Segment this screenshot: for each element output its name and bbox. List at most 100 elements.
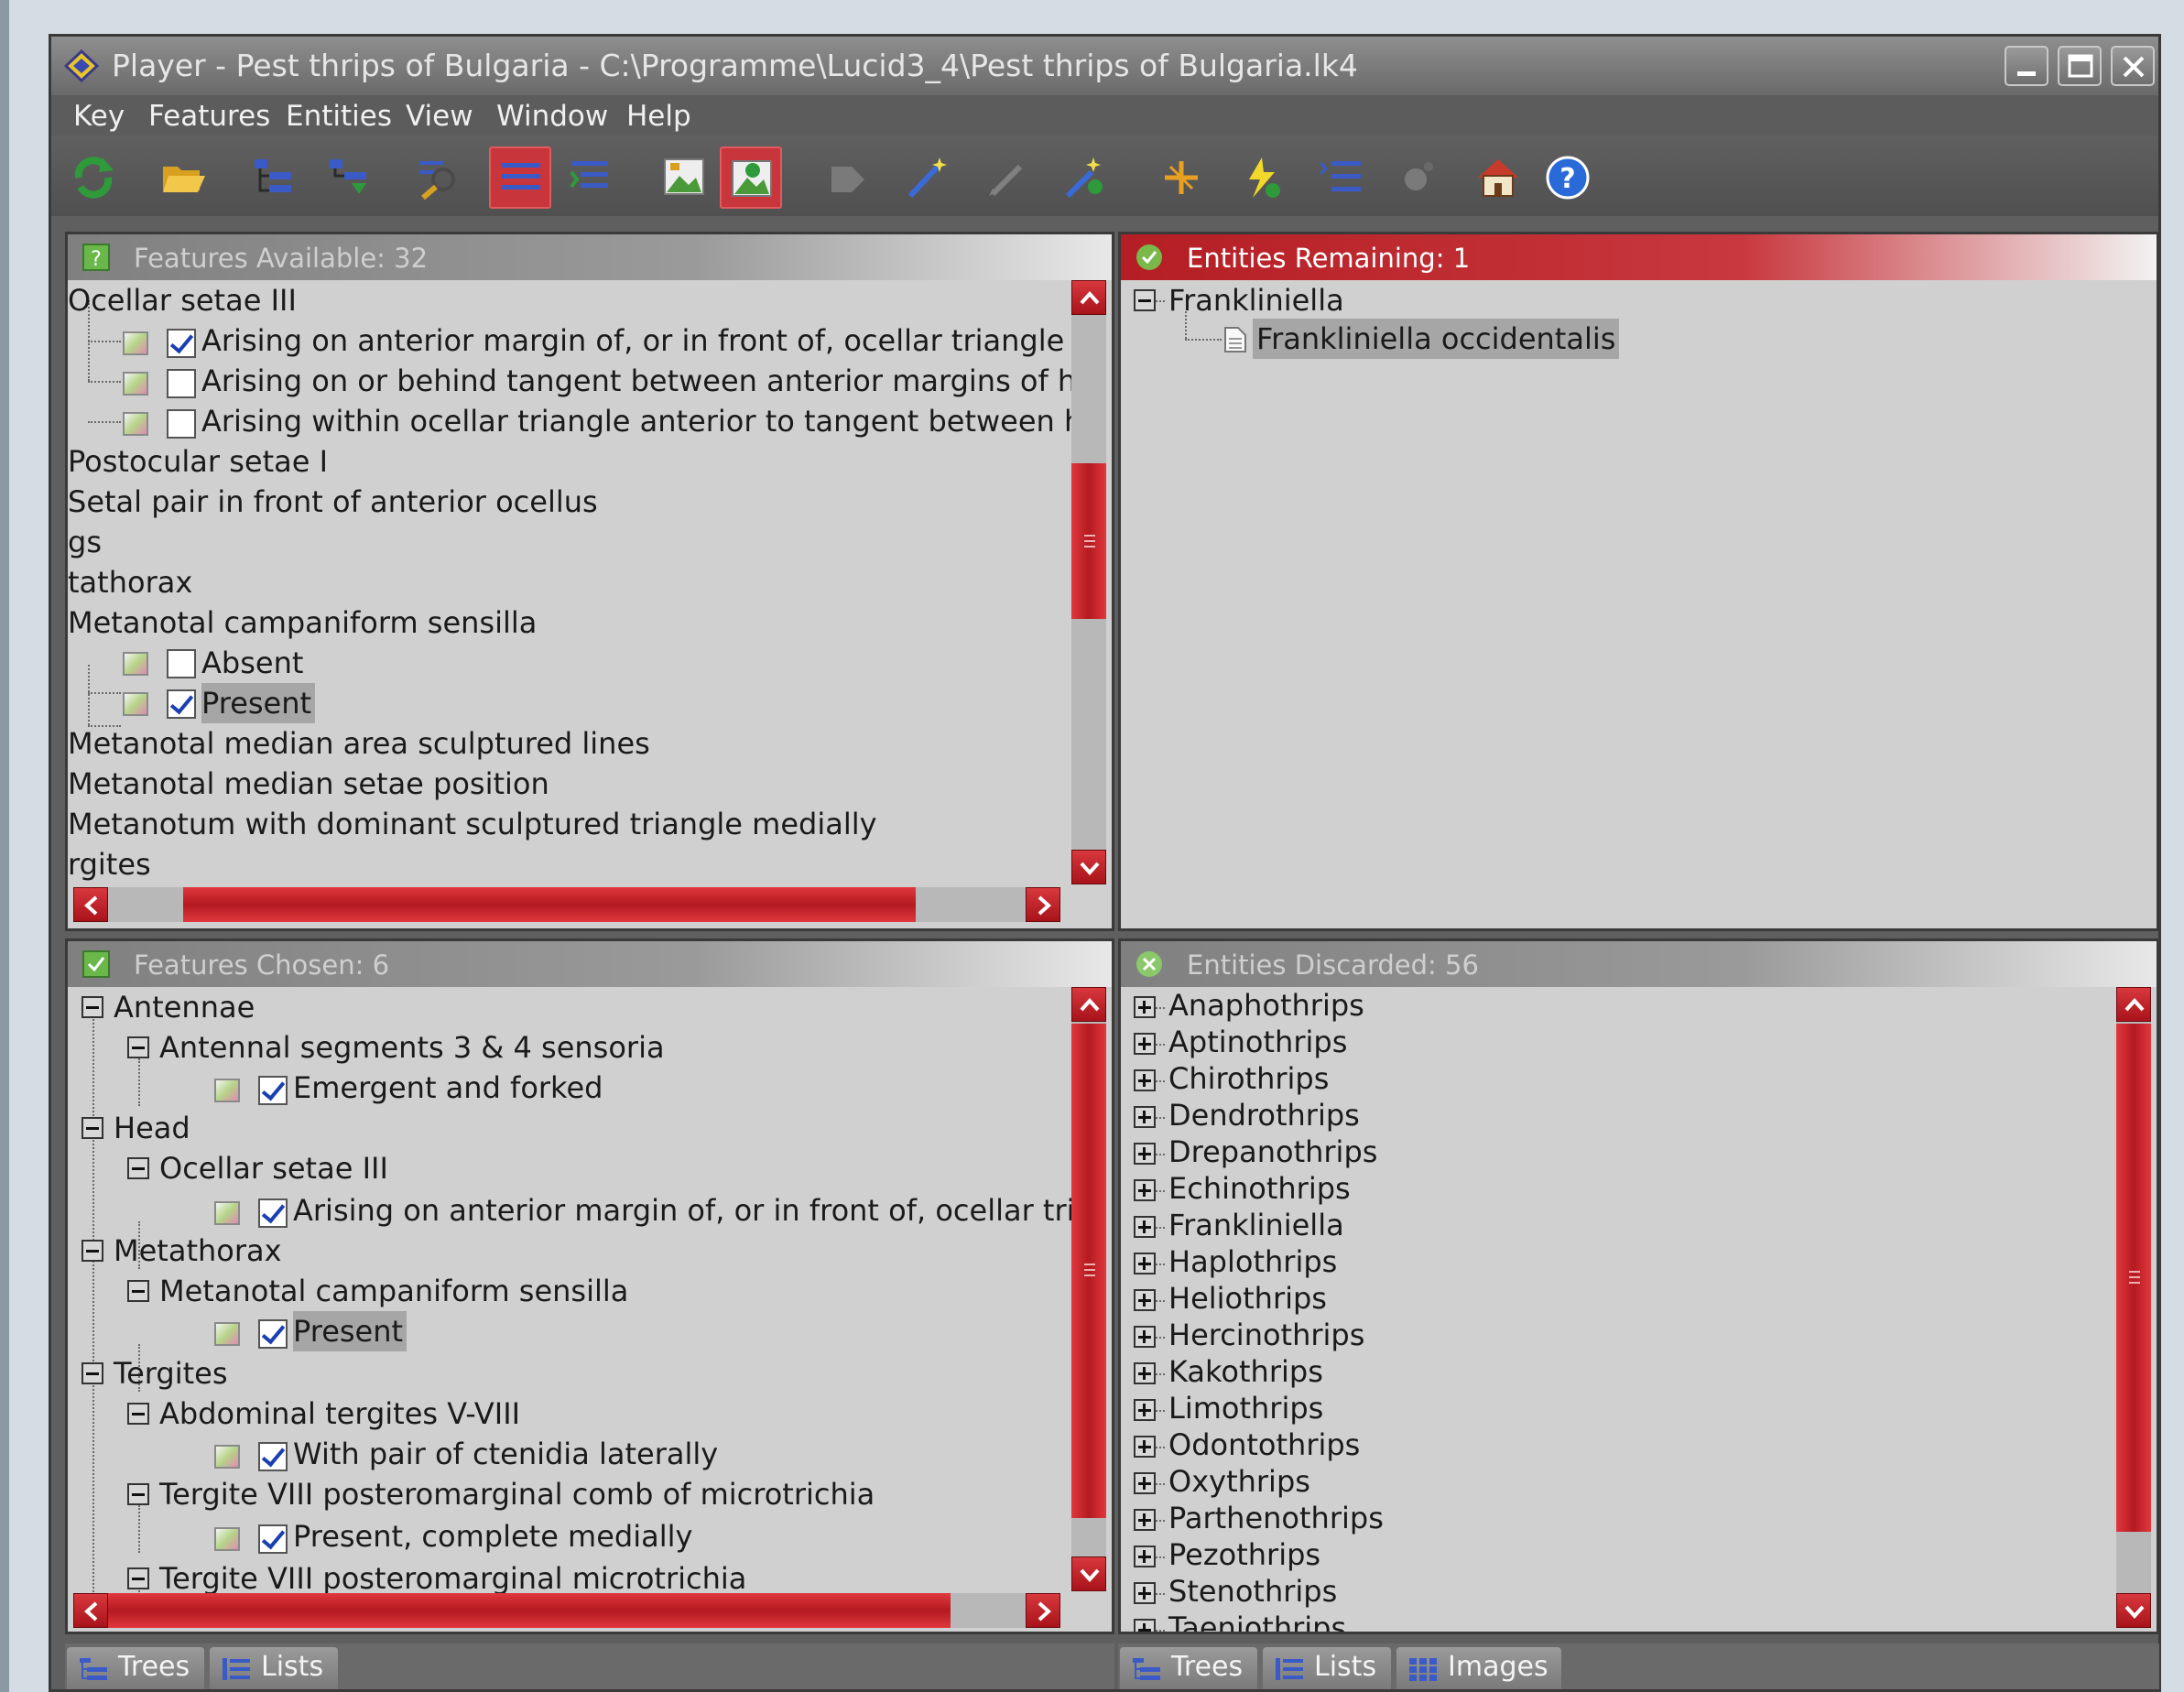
state-checkbox[interactable]: [258, 1524, 288, 1554]
discarded-entity-row[interactable]: Aptinothrips: [1168, 1022, 1347, 1062]
vertical-scroll-thumb[interactable]: [1071, 1024, 1106, 1518]
expand-toggle[interactable]: [1134, 1069, 1156, 1091]
chosen-row[interactable]: With pair of ctenidia laterally: [293, 1434, 718, 1474]
discarded-entity-row[interactable]: Drepanothrips: [1168, 1132, 1377, 1172]
discarded-entity-row[interactable]: Kakothrips: [1168, 1351, 1323, 1392]
discarded-entity-row[interactable]: Frankliniella: [1168, 1205, 1344, 1245]
sort-list-button[interactable]: [560, 146, 623, 209]
feature-row[interactable]: Ocellar setae III: [68, 280, 297, 320]
feature-row[interactable]: Metanotum with dominant sculptured trian…: [68, 804, 877, 844]
vertical-scroll-thumb[interactable]: [1071, 463, 1106, 619]
collapse-toggle[interactable]: [127, 1567, 149, 1589]
expand-toggle[interactable]: [1134, 1546, 1156, 1567]
image-icon[interactable]: [123, 412, 148, 436]
discarded-entity-row[interactable]: Odontothrips: [1168, 1425, 1360, 1465]
chosen-row[interactable]: Abdominal tergites V-VIII: [159, 1394, 520, 1434]
discarded-entity-row[interactable]: Hercinothrips: [1168, 1315, 1364, 1355]
chosen-row[interactable]: Tergites: [114, 1353, 228, 1394]
list-options-button[interactable]: [1309, 146, 1372, 209]
expand-toggle[interactable]: [1134, 1472, 1156, 1494]
horizontal-scroll-thumb[interactable]: [183, 887, 916, 922]
discarded-entity-row[interactable]: Chirothrips: [1168, 1058, 1329, 1099]
discarded-entity-row[interactable]: Parthenothrips: [1168, 1498, 1384, 1538]
collapse-toggle[interactable]: [127, 1157, 149, 1179]
state-checkbox[interactable]: [258, 1198, 288, 1228]
feature-row[interactable]: Metanotal median setae position: [68, 764, 549, 804]
discarded-entity-row[interactable]: Taeniothrips: [1168, 1608, 1346, 1632]
discarded-entity-row[interactable]: Limothrips: [1168, 1388, 1323, 1428]
collapse-toggle[interactable]: [127, 1483, 149, 1505]
discarded-entity-row[interactable]: Anaphothrips: [1168, 987, 1364, 1025]
differences-button[interactable]: [817, 146, 879, 209]
collapse-toggle[interactable]: [81, 996, 103, 1018]
chosen-row[interactable]: Present, complete medially: [293, 1516, 692, 1556]
expand-toggle[interactable]: [1134, 1106, 1156, 1128]
entity-image-button[interactable]: [720, 146, 782, 209]
expand-toggle[interactable]: [1134, 1619, 1156, 1632]
expand-toggle[interactable]: [1134, 1436, 1156, 1458]
title-bar[interactable]: Player - Pest thrips of Bulgaria - C:\Pr…: [51, 37, 2158, 95]
restart-button[interactable]: [62, 146, 125, 209]
discarded-entity-row[interactable]: Stenothrips: [1168, 1571, 1337, 1611]
feature-row[interactable]: gs: [68, 522, 102, 562]
open-key-button[interactable]: [152, 146, 214, 209]
image-icon[interactable]: [123, 692, 148, 716]
entity-group-row[interactable]: Frankliniella: [1168, 280, 1344, 320]
chosen-row-selected[interactable]: Present: [293, 1311, 407, 1351]
scroll-up-button[interactable]: [2116, 987, 2151, 1022]
chosen-row[interactable]: Arising on anterior margin of, or in fro…: [293, 1190, 1092, 1231]
menu-entities[interactable]: Entities: [286, 100, 392, 133]
expand-toggle[interactable]: [1134, 1326, 1156, 1348]
state-checkbox[interactable]: [167, 689, 196, 719]
image-icon[interactable]: [123, 331, 148, 355]
scroll-right-button[interactable]: [1026, 1593, 1060, 1628]
redo-button[interactable]: [1150, 146, 1212, 209]
collapse-all-button[interactable]: [317, 146, 379, 209]
discarded-entity-row[interactable]: Dendrothrips: [1168, 1095, 1360, 1135]
scroll-down-button[interactable]: [2116, 1593, 2151, 1628]
image-icon[interactable]: [214, 1445, 240, 1469]
vertical-scrollbar[interactable]: [2116, 987, 2151, 1628]
collapse-toggle[interactable]: [81, 1240, 103, 1262]
feature-row[interactable]: Setal pair in front of anterior ocellus: [68, 482, 598, 522]
state-row-selected[interactable]: Present: [201, 683, 316, 723]
prune-button[interactable]: [976, 146, 1038, 209]
scroll-up-button[interactable]: [1071, 280, 1106, 315]
feature-row[interactable]: Postocular setae I: [68, 441, 328, 482]
state-checkbox[interactable]: [258, 1442, 288, 1471]
image-icon[interactable]: [214, 1322, 240, 1346]
menu-window[interactable]: Window: [496, 100, 608, 133]
image-icon[interactable]: [214, 1201, 240, 1225]
state-checkbox[interactable]: [258, 1076, 288, 1105]
chosen-row[interactable]: Head: [114, 1108, 190, 1148]
discarded-entity-row[interactable]: Haplothrips: [1168, 1242, 1337, 1282]
vertical-scrollbar[interactable]: [1071, 280, 1106, 884]
tab-lists-left[interactable]: Lists: [210, 1647, 338, 1689]
scroll-left-button[interactable]: [73, 887, 108, 922]
lookup-button[interactable]: [1386, 146, 1449, 209]
collapse-toggle[interactable]: [81, 1362, 103, 1384]
image-icon[interactable]: [123, 372, 148, 396]
minimize-button[interactable]: [2005, 46, 2048, 86]
collapse-toggle[interactable]: [127, 1403, 149, 1425]
feature-row[interactable]: Metanotal median area sculptured lines: [68, 723, 650, 764]
chosen-row[interactable]: Antennae: [114, 987, 255, 1027]
entity-row-selected[interactable]: Frankliniella occidentalis: [1253, 319, 1620, 359]
menu-features[interactable]: Features: [148, 100, 270, 133]
state-checkbox[interactable]: [258, 1319, 288, 1349]
scroll-left-button[interactable]: [73, 1593, 108, 1628]
maximize-button[interactable]: [2058, 46, 2102, 86]
collapse-toggle[interactable]: [81, 1117, 103, 1139]
vertical-scroll-thumb[interactable]: [2116, 1024, 2151, 1532]
state-row[interactable]: Arising on or behind tangent between ant…: [201, 361, 1076, 401]
discarded-entity-row[interactable]: Echinothrips: [1168, 1168, 1351, 1209]
feature-row[interactable]: tathorax: [68, 562, 192, 602]
state-checkbox[interactable]: [167, 409, 196, 439]
expand-toggle[interactable]: [1134, 1179, 1156, 1201]
home-button[interactable]: [1467, 146, 1529, 209]
similarities-button[interactable]: [1053, 146, 1115, 209]
state-checkbox[interactable]: [167, 369, 196, 398]
expand-toggle[interactable]: [1134, 1362, 1156, 1384]
menu-key[interactable]: Key: [73, 100, 125, 133]
discarded-entity-row[interactable]: Pezothrips: [1168, 1535, 1320, 1575]
